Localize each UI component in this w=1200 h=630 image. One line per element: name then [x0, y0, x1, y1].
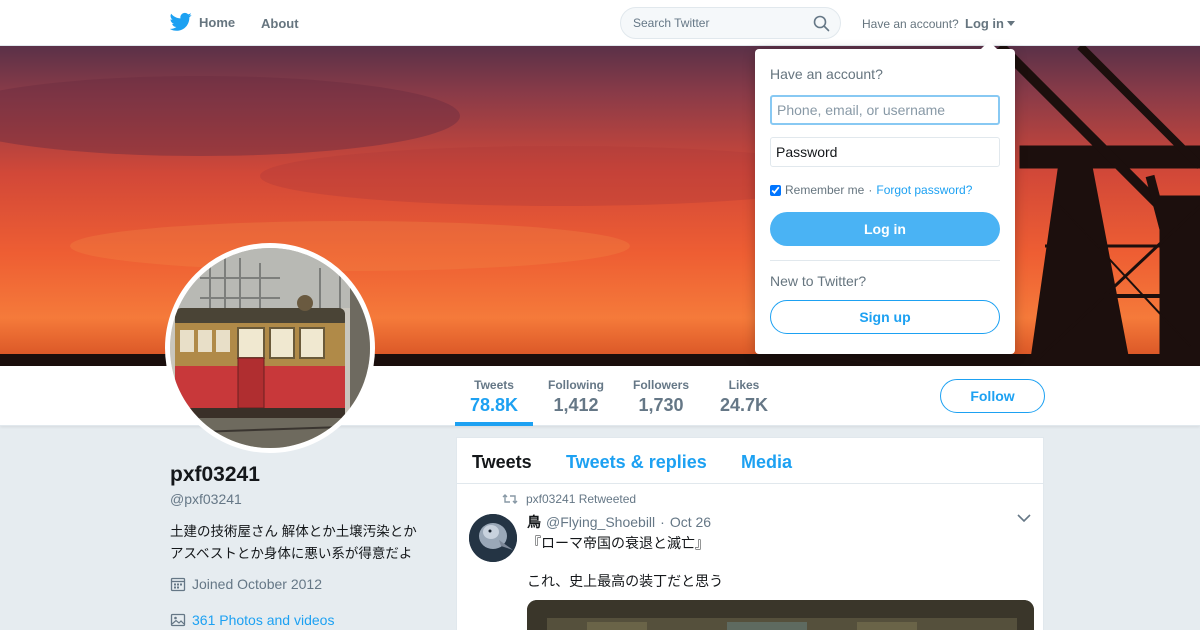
profile-name[interactable]: pxf03241	[170, 463, 260, 487]
username-field[interactable]	[770, 95, 1000, 125]
stat-value: 78.8K	[470, 395, 519, 415]
retweet-icon	[502, 494, 518, 504]
photos-text: 361 Photos and videos	[192, 612, 335, 628]
remember-me-checkbox[interactable]	[770, 184, 781, 196]
active-stat-underline	[455, 422, 533, 426]
tweet-header: 鳥 @Flying_Shoebill · Oct 26	[527, 512, 711, 532]
search-icon[interactable]	[813, 15, 830, 32]
tweet-separator: ·	[660, 514, 665, 530]
tweet-author-handle[interactable]: @Flying_Shoebill	[546, 514, 655, 530]
remember-me-label[interactable]: Remember me	[785, 183, 864, 197]
retweet-text[interactable]: pxf03241 Retweeted	[526, 492, 636, 506]
avatar[interactable]	[165, 243, 375, 453]
remember-separator: ·	[868, 183, 873, 197]
tab-media[interactable]: Media	[741, 452, 792, 473]
tweet-media-image	[527, 600, 1034, 630]
profile-bio: 土建の技術屋さん 解体とか土壌汚染とか アスベストとか身体に悪い系が得意だよ	[170, 521, 440, 565]
search-input[interactable]	[633, 16, 803, 30]
timeline: Tweets Tweets & replies Media pxf03241 R…	[456, 437, 1044, 630]
calendar-icon	[170, 577, 186, 592]
tab-tweets[interactable]: Tweets	[472, 452, 532, 473]
stat-label: Following	[548, 378, 604, 392]
dropdown-title: Have an account?	[770, 66, 883, 82]
stat-following[interactable]: Following 1,412	[548, 378, 604, 416]
stat-followers[interactable]: Followers 1,730	[633, 378, 689, 416]
stat-label: Likes	[728, 378, 760, 392]
tweet-avatar[interactable]	[469, 514, 517, 562]
login-dropdown-toggle[interactable]: Log in	[965, 16, 1015, 31]
login-label: Log in	[965, 16, 1004, 31]
top-navigation-bar: Home About Have an account? Log in	[0, 0, 1200, 46]
joined-text: Joined October 2012	[192, 576, 322, 592]
tweet-text: 『ローマ帝国の衰退と滅亡』	[527, 535, 709, 551]
photos-videos-link[interactable]: 361 Photos and videos	[170, 612, 334, 628]
bio-line: アスベストとか身体に悪い系が得意だよ	[170, 546, 413, 561]
stat-value: 24.7K	[720, 395, 769, 415]
twitter-bird-icon	[170, 12, 192, 31]
bio-line: 土建の技術屋さん 解体とか土壌汚染とか	[170, 524, 417, 539]
photo-icon	[170, 613, 186, 627]
login-dropdown: Have an account? Remember me · Forgot pa…	[755, 41, 1015, 354]
retweet-context: pxf03241 Retweeted	[502, 492, 636, 506]
home-link[interactable]: Home	[170, 12, 235, 32]
tweet-text: これ、史上最高の装丁だと思う	[527, 573, 724, 589]
stat-tweets[interactable]: Tweets 78.8K	[470, 378, 518, 416]
tweet-avatar-image	[469, 514, 517, 562]
about-link[interactable]: About	[261, 16, 299, 31]
login-button[interactable]: Log in	[770, 212, 1000, 246]
new-to-twitter-text: New to Twitter?	[770, 273, 867, 289]
password-field[interactable]	[770, 137, 1000, 167]
search-box[interactable]	[620, 7, 841, 39]
stat-label: Tweets	[474, 378, 514, 392]
avatar-image	[170, 248, 370, 448]
divider	[770, 260, 1000, 261]
tweet-date[interactable]: Oct 26	[670, 514, 711, 530]
stat-label: Followers	[633, 378, 690, 392]
tweet-author-name[interactable]: 鳥	[527, 512, 541, 532]
stat-value: 1,730	[638, 395, 684, 415]
have-account-text: Have an account?	[862, 17, 959, 31]
stat-likes[interactable]: Likes 24.7K	[720, 378, 768, 416]
stat-value: 1,412	[553, 395, 599, 415]
signup-button[interactable]: Sign up	[770, 300, 1000, 334]
remember-me-row: Remember me · Forgot password?	[770, 183, 972, 197]
profile-handle[interactable]: @pxf03241	[170, 491, 242, 507]
follow-button[interactable]: Follow	[940, 379, 1045, 413]
tab-tweets-and-replies[interactable]: Tweets & replies	[566, 452, 707, 473]
home-label: Home	[199, 14, 236, 30]
caret-down-icon	[1007, 21, 1015, 26]
joined-date: Joined October 2012	[170, 576, 322, 592]
timeline-tabs: Tweets Tweets & replies Media	[457, 438, 1043, 484]
forgot-password-link[interactable]: Forgot password?	[876, 183, 972, 197]
tweet-media[interactable]	[527, 600, 1034, 630]
chevron-down-icon[interactable]	[1017, 514, 1031, 523]
